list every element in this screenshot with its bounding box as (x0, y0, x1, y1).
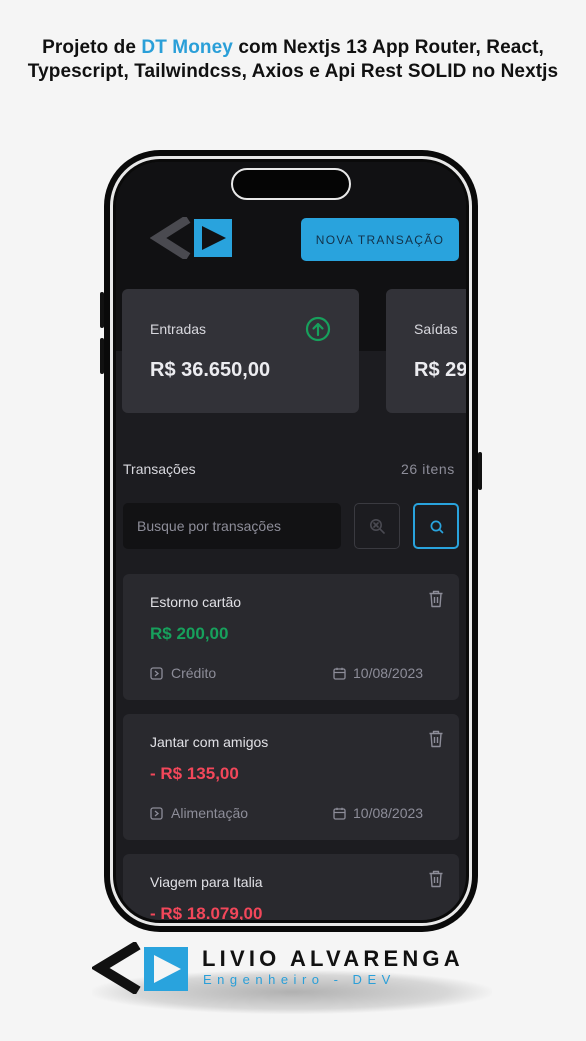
transaction-description: Estorno cartão (150, 594, 242, 610)
transaction-description: Viagem para Italia (150, 874, 263, 890)
transaction-date-label: 10/08/2023 (353, 665, 424, 681)
transaction-category: Crédito (150, 665, 216, 681)
author-brand: LIVIO ALVARENGA Engenheiro - DEV (92, 940, 492, 1016)
tag-square-icon (150, 666, 163, 680)
headline-text: Projeto de (42, 37, 142, 58)
trash-icon[interactable] (428, 870, 444, 888)
calendar-icon (333, 667, 346, 680)
new-transaction-button[interactable]: NOVA TRANSAÇÃO (301, 218, 459, 261)
brand-subtitle: Engenheiro - DEV (203, 972, 396, 987)
arrow-circle-up-icon (305, 316, 331, 342)
transaction-description: Jantar com amigos (150, 734, 269, 750)
transaction-amount: - R$ 18.079,00 (150, 904, 263, 920)
trash-icon[interactable] (428, 730, 444, 748)
transaction-date: 10/08/2023 (333, 665, 423, 681)
trash-icon[interactable] (428, 590, 444, 608)
transaction-category-label: Alimentação (171, 805, 249, 821)
transaction-amount: - R$ 135,00 (150, 764, 239, 783)
magnifier-x-icon (370, 519, 385, 534)
headline-highlight: DT Money (141, 37, 233, 58)
transaction-date-label: 10/08/2023 (353, 805, 424, 821)
phone-mockup: NOVA TRANSAÇÃO Entradas R$ 36.650,00 Saí… (100, 150, 482, 932)
transaction-category-label: Crédito (171, 665, 217, 681)
transaction-card: Viagem para Italia - R$ 18.079,00 (123, 854, 459, 920)
summary-card-outcome: Saídas R$ 29 (386, 289, 466, 413)
brand-name: LIVIO ALVARENGA (202, 946, 464, 971)
transaction-date: 10/08/2023 (333, 805, 423, 821)
transaction-category: Alimentação (150, 805, 248, 821)
dynamic-island (231, 168, 351, 200)
summary-card-income: Entradas R$ 36.650,00 (122, 289, 359, 413)
search-input[interactable] (123, 503, 341, 549)
tag-square-icon (150, 806, 163, 820)
outcome-value: R$ 29 (414, 359, 466, 381)
search-icon (430, 520, 444, 534)
clear-search-button[interactable] (354, 503, 400, 549)
outcome-label: Saídas (414, 321, 458, 337)
transactions-count: 26 itens (401, 461, 455, 477)
phone-side-button (478, 452, 482, 490)
transaction-card: Jantar com amigos - R$ 135,00 Alimentaçã… (123, 714, 459, 840)
income-value: R$ 36.650,00 (150, 359, 271, 381)
search-button[interactable] (413, 503, 459, 549)
brand-logo (92, 942, 188, 994)
transaction-card: Estorno cartão R$ 200,00 Crédito 10/08/2… (123, 574, 459, 700)
income-label: Entradas (150, 321, 207, 337)
transactions-title: Transações (123, 461, 196, 477)
phone-side-button (100, 338, 104, 374)
page-headline: Projeto de DT Money com Nextjs 13 App Ro… (0, 36, 586, 84)
transaction-amount: R$ 200,00 (150, 624, 229, 643)
phone-side-button (100, 292, 104, 328)
app-logo (150, 217, 232, 259)
calendar-icon (333, 807, 346, 820)
app-screen: NOVA TRANSAÇÃO Entradas R$ 36.650,00 Saí… (116, 162, 466, 920)
